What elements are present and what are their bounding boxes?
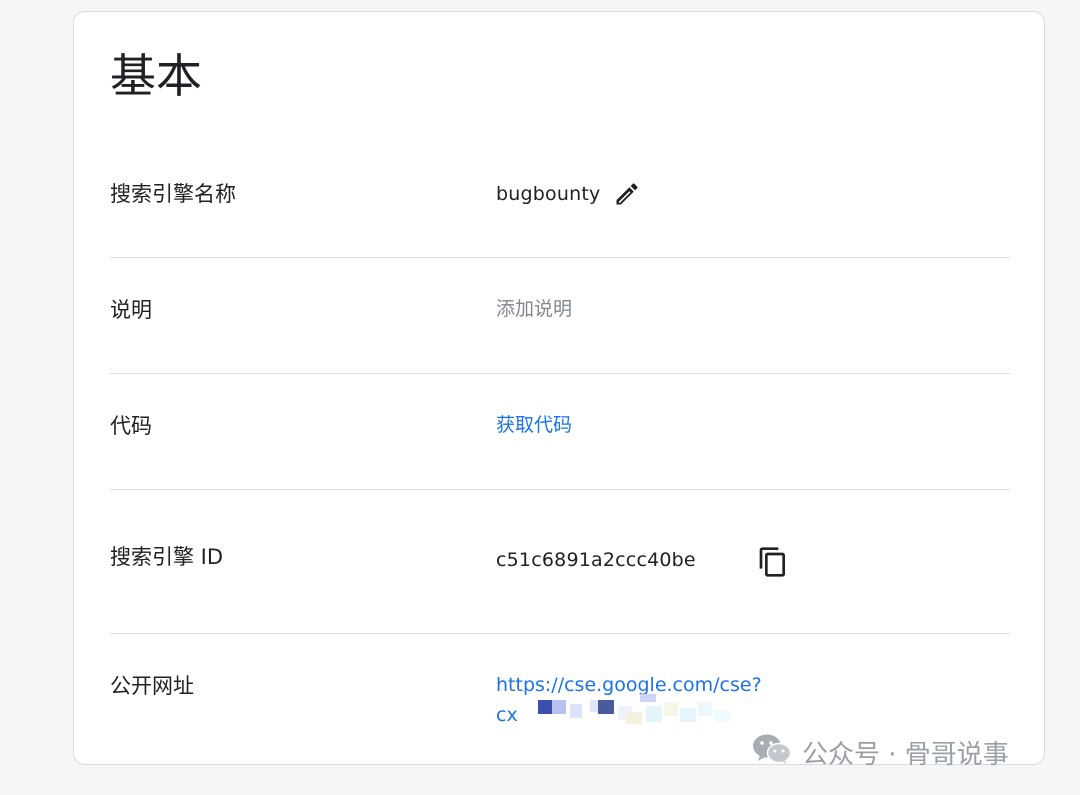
- engine-name-label: 搜索引擎名称: [110, 182, 236, 206]
- copy-icon[interactable]: [756, 545, 790, 579]
- divider: [110, 257, 1010, 258]
- watermark-text: 公众号 · 骨哥说事: [802, 739, 1009, 770]
- divider: [110, 633, 1010, 634]
- engine-id-label: 搜索引擎 ID: [110, 545, 224, 569]
- divider: [110, 373, 1010, 374]
- public-url-label: 公开网址: [110, 674, 194, 698]
- section-title: 基本: [110, 49, 202, 103]
- engine-id-value: c51c6891a2ccc40be: [496, 549, 696, 571]
- code-label: 代码: [110, 414, 152, 438]
- engine-name-value: bugbounty: [496, 183, 601, 205]
- wechat-icon: [752, 732, 792, 773]
- redacted-id-mosaic: [534, 694, 754, 724]
- description-add-link[interactable]: 添加说明: [496, 296, 572, 322]
- public-url-link[interactable]: https://cse.google.com/cse?: [496, 672, 762, 698]
- basic-settings-card: 基本 搜索引擎名称 bugbounty 说明 添加说明 代码 获取代码 搜索引擎…: [73, 11, 1045, 765]
- description-label: 说明: [110, 298, 152, 322]
- watermark: 公众号 · 骨哥说事: [752, 730, 1009, 774]
- get-code-link[interactable]: 获取代码: [496, 412, 572, 438]
- public-url-cx-prefix[interactable]: cx: [496, 702, 518, 728]
- pencil-icon[interactable]: [610, 177, 644, 211]
- divider: [110, 489, 1010, 490]
